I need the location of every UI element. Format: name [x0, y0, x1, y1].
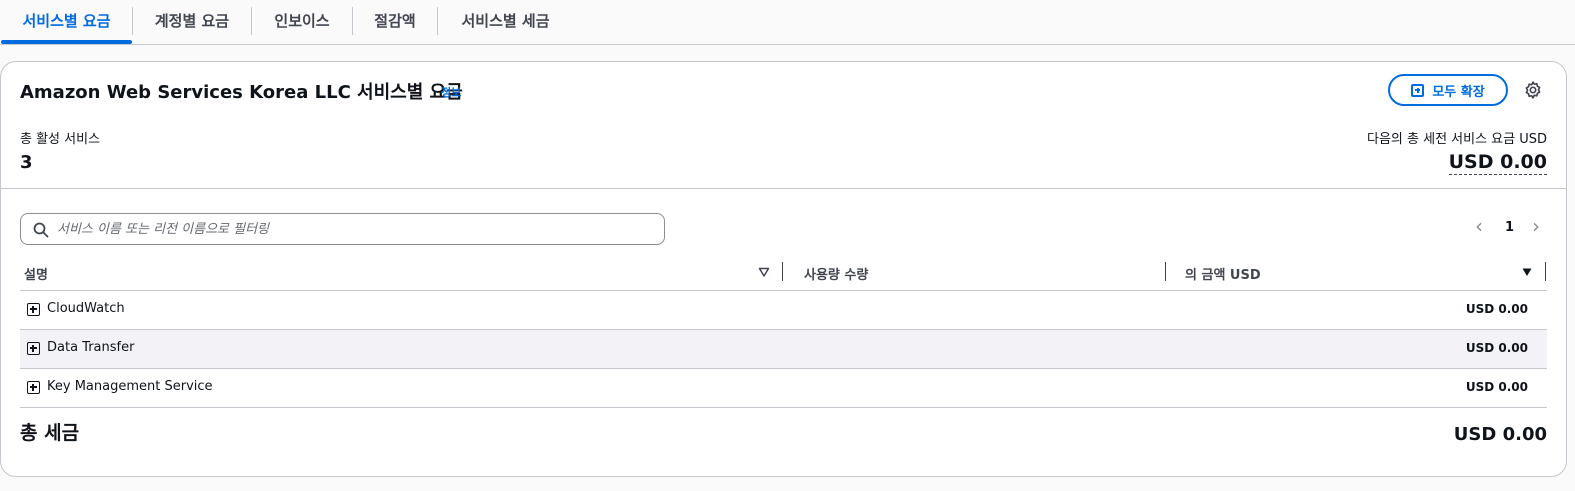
- expand-row-icon[interactable]: [27, 303, 40, 316]
- search-input[interactable]: [57, 214, 657, 244]
- total-tax-label: 총 세금: [20, 422, 80, 444]
- info-link[interactable]: 정보: [441, 84, 461, 100]
- sort-icon[interactable]: [758, 266, 770, 278]
- pagination-prev-button[interactable]: ‹: [1475, 214, 1483, 238]
- table-row[interactable]: Data Transfer USD 0.00: [20, 329, 1547, 368]
- active-services-count: 3: [20, 152, 33, 173]
- expand-row-icon[interactable]: [27, 342, 40, 355]
- column-header-usage[interactable]: 사용량 수량: [804, 264, 868, 283]
- expand-plus-icon: [1411, 83, 1425, 97]
- tab-taxes-by-service[interactable]: 서비스별 세금: [438, 0, 573, 44]
- search-box[interactable]: [20, 213, 665, 245]
- column-divider: [1545, 262, 1546, 281]
- table-row[interactable]: CloudWatch USD 0.00: [20, 290, 1547, 329]
- page-title: Amazon Web Services Korea LLC 서비스별 요금: [20, 82, 463, 103]
- section-divider: [1, 188, 1566, 189]
- service-amount: USD 0.00: [1465, 380, 1528, 394]
- tab-savings[interactable]: 절감액: [353, 0, 437, 44]
- column-header-amount[interactable]: 의 금액 USD: [1185, 264, 1261, 283]
- service-name: Key Management Service: [47, 379, 213, 394]
- tab-bar: 서비스별 요금 계정별 요금 인보이스 절감액 서비스별 세금: [0, 0, 1575, 45]
- total-pretax-value[interactable]: USD 0.00: [1448, 150, 1547, 175]
- expand-all-label: 모두 확장: [1432, 84, 1485, 100]
- column-header-description[interactable]: 설명: [24, 264, 48, 283]
- sort-descending-icon[interactable]: [1521, 266, 1533, 278]
- total-pretax-label: 다음의 총 세전 서비스 요금 USD: [1367, 132, 1547, 147]
- column-divider[interactable]: [782, 262, 783, 281]
- active-services-label: 총 활성 서비스: [20, 132, 101, 147]
- service-name: CloudWatch: [47, 301, 125, 316]
- search-icon: [33, 222, 49, 238]
- service-amount: USD 0.00: [1465, 341, 1528, 355]
- expand-all-button[interactable]: 모두 확장: [1388, 74, 1508, 106]
- service-amount: USD 0.00: [1465, 302, 1528, 316]
- service-name: Data Transfer: [47, 340, 135, 355]
- gear-icon[interactable]: [1523, 80, 1543, 100]
- column-divider[interactable]: [1165, 262, 1166, 281]
- total-tax-value: USD 0.00: [1453, 424, 1547, 445]
- tab-invoices[interactable]: 인보이스: [252, 0, 352, 44]
- tab-charges-by-account[interactable]: 계정별 요금: [133, 0, 251, 44]
- pagination-next-button[interactable]: ›: [1532, 214, 1540, 238]
- table-footer-divider: [20, 407, 1547, 408]
- pagination-current-page[interactable]: 1: [1505, 220, 1514, 235]
- table-row[interactable]: Key Management Service USD 0.00: [20, 368, 1547, 407]
- charges-container: Amazon Web Services Korea LLC 서비스별 요금 정보…: [0, 61, 1567, 477]
- expand-row-icon[interactable]: [27, 381, 40, 394]
- tab-charges-by-service[interactable]: 서비스별 요금: [1, 0, 132, 44]
